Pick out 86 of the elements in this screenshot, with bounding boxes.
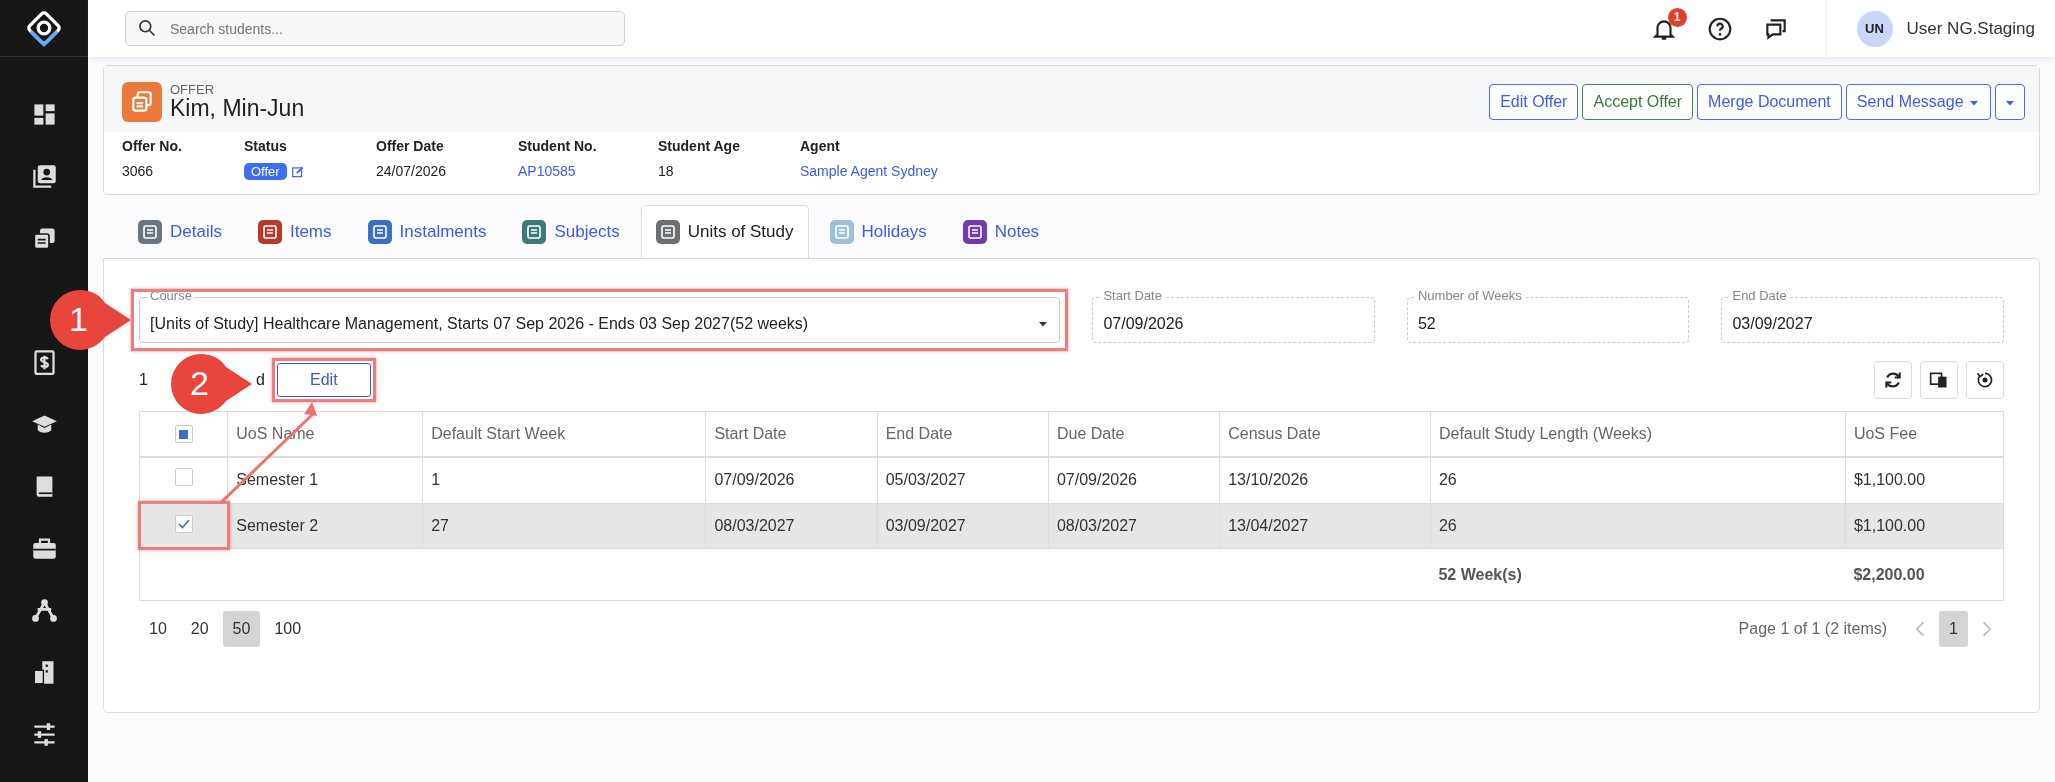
column-header[interactable]: Start Date — [705, 411, 878, 457]
callout-marker: 1 — [49, 288, 133, 351]
contact-card-icon[interactable] — [30, 163, 58, 190]
tab[interactable]: Holidays — [814, 205, 942, 258]
field-link[interactable]: AP10585 — [518, 163, 576, 179]
table-cell: 08/03/2027 — [1048, 503, 1220, 548]
table-cell: 26 — [1430, 456, 1846, 503]
field-value: 3066 — [122, 163, 154, 179]
column-header[interactable]: End Date — [877, 411, 1049, 457]
table-cell: $1,100.00 — [1845, 456, 2004, 503]
table-cell: 13/10/2026 — [1219, 456, 1431, 503]
field-label: Student No. — [518, 137, 598, 156]
action-button[interactable]: Edit Offer — [1489, 84, 1579, 120]
search-icon — [137, 18, 157, 38]
column-header[interactable]: Census Date — [1219, 411, 1431, 457]
page-button[interactable]: 1 — [1939, 610, 1968, 647]
field-link[interactable]: Sample Agent Sydney — [800, 163, 938, 179]
page-info: Page 1 of 1 (2 items) — [1738, 618, 1888, 639]
field-value: 03/09/2027 — [1732, 313, 1813, 334]
field-label: End Date — [1730, 288, 1789, 303]
help-icon[interactable] — [1706, 15, 1733, 42]
table-cell: 13/04/2027 — [1219, 503, 1431, 548]
action-button[interactable]: Accept Offer — [1582, 84, 1694, 120]
row-checkbox[interactable] — [174, 514, 193, 533]
notification-badge: 1 — [1667, 7, 1687, 27]
field-value: 52 — [1417, 313, 1436, 334]
table-cell: 07/09/2026 — [1048, 456, 1220, 503]
table-cell: 26 — [1430, 503, 1846, 548]
field-value: 24/07/2026 — [376, 163, 447, 179]
tab[interactable]: Units of Study — [640, 205, 809, 258]
field-label: Student Age — [658, 137, 741, 156]
table-cell: Semester 2 — [227, 503, 423, 548]
field-label: Agent — [800, 137, 841, 156]
toolbar-button[interactable] — [1966, 360, 2004, 399]
search-field[interactable]: Search students... — [125, 11, 625, 46]
page-size-option[interactable]: 10 — [139, 610, 177, 647]
toolbar-button[interactable] — [1874, 360, 1912, 399]
selection-text: d — [255, 369, 265, 390]
table-cell: 1 — [422, 456, 706, 503]
student-name: Kim, Min-Jun — [170, 95, 305, 122]
more-button[interactable] — [1995, 84, 2025, 120]
table-cell: 07/09/2026 — [705, 456, 878, 503]
tab[interactable]: Items — [242, 205, 347, 258]
field-label: Start Date — [1101, 288, 1164, 303]
tab[interactable]: Notes — [947, 205, 1055, 258]
field-value: 07/09/2026 — [1103, 313, 1184, 334]
field-label: Number of Weeks — [1415, 288, 1524, 303]
table-cell: $1,100.00 — [1845, 503, 2004, 548]
network-icon[interactable] — [30, 597, 58, 624]
logo-icon[interactable] — [24, 8, 64, 48]
user-name[interactable]: User NG.Staging — [1906, 15, 2035, 42]
select-all-checkbox[interactable] — [174, 425, 193, 443]
field-label: Offer No. — [122, 137, 183, 156]
offer-icon — [122, 82, 162, 122]
tab[interactable]: Instalments — [352, 205, 502, 258]
edit-button[interactable]: Edit — [276, 362, 371, 397]
field-value: 18 — [658, 163, 674, 179]
total-cell: 52 Week(s) — [1430, 548, 1846, 600]
row-checkbox[interactable] — [174, 467, 193, 486]
field-label: Offer Date — [376, 137, 445, 156]
selection-count: 1 — [139, 369, 148, 390]
table-cell: 27 — [422, 503, 706, 548]
briefcase-icon[interactable] — [30, 535, 58, 562]
edit-icon[interactable] — [290, 165, 305, 180]
user-avatar[interactable]: UN — [1856, 10, 1893, 47]
tab[interactable]: Subjects — [507, 205, 635, 258]
action-button[interactable]: Merge Document — [1697, 84, 1842, 120]
field-value: [Units of Study] Healthcare Management, Starts 07 Sep 2026 - Ends 03 Sep 2027(52 weeks) — [150, 313, 810, 334]
field-label: Status — [244, 137, 288, 156]
record-type-label: OFFER — [170, 82, 216, 96]
status-badge: Offer — [244, 163, 287, 180]
page-size-option[interactable]: 20 — [180, 610, 219, 647]
dropdown-button[interactable]: Send Message — [1845, 84, 1991, 120]
toolbar-button[interactable] — [1920, 360, 1958, 399]
callout-marker: 2 — [169, 352, 254, 415]
page-size-option[interactable]: 100 — [264, 610, 312, 647]
tab[interactable]: Details — [123, 205, 237, 258]
total-cell: $2,200.00 — [1845, 548, 2004, 600]
table-cell: 08/03/2027 — [705, 503, 878, 548]
page-size-option[interactable]: 50 — [222, 610, 261, 647]
table-cell: 03/09/2027 — [877, 503, 1049, 548]
table-cell: 05/03/2027 — [877, 456, 1049, 503]
column-header[interactable]: UoS Fee — [1845, 411, 2004, 457]
column-header[interactable]: Default Start Week — [422, 411, 706, 457]
column-header[interactable]: Default Study Length (Weeks) — [1430, 411, 1846, 457]
column-header[interactable]: Due Date — [1048, 411, 1220, 457]
